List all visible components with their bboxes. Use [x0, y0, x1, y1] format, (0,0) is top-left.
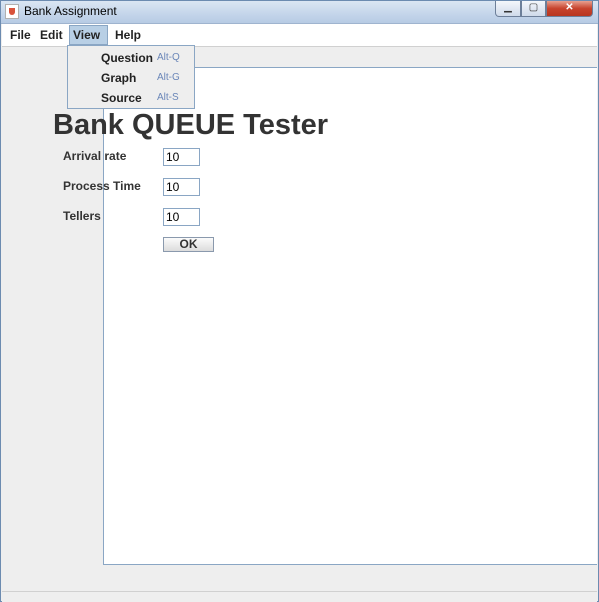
title-bar[interactable]: Bank Assignment ▁ ▢ ✕: [1, 1, 598, 24]
arrival-rate-label: Arrival rate: [63, 149, 127, 163]
menu-item-question-accelerator: Alt-Q: [157, 52, 180, 63]
process-time-input[interactable]: 10: [163, 178, 200, 196]
menu-item-source[interactable]: Source Alt-S: [68, 88, 194, 108]
menu-item-source-label: Source: [101, 91, 142, 105]
menu-item-question-label: Question: [101, 51, 154, 65]
menu-item-graph[interactable]: Graph Alt-G: [68, 68, 194, 88]
minimize-button[interactable]: ▁: [495, 1, 521, 17]
menu-edit[interactable]: Edit: [37, 26, 66, 44]
menu-item-graph-accelerator: Alt-G: [157, 72, 180, 83]
close-button[interactable]: ✕: [546, 1, 593, 17]
menu-item-question[interactable]: Question Alt-Q: [68, 48, 194, 68]
menu-item-graph-label: Graph: [101, 71, 137, 85]
app-window: Bank Assignment ▁ ▢ ✕ File Edit View Hel…: [0, 0, 599, 602]
process-time-label: Process Time: [63, 179, 141, 193]
view-menu-dropdown: Question Alt-Q Graph Alt-G Source Alt-S: [67, 45, 195, 109]
content-panel: [103, 68, 597, 565]
menu-view[interactable]: View: [69, 25, 108, 45]
menu-item-source-accelerator: Alt-S: [157, 92, 179, 103]
arrival-rate-input[interactable]: 10: [163, 148, 200, 166]
java-app-icon: [5, 4, 19, 19]
tellers-label: Tellers: [63, 209, 101, 223]
menu-bar: File Edit View Help: [2, 24, 597, 47]
menu-help[interactable]: Help: [112, 26, 144, 44]
window-title: Bank Assignment: [24, 4, 117, 18]
page-title: Bank QUEUE Tester: [53, 109, 329, 141]
ok-button[interactable]: OK: [163, 237, 214, 252]
maximize-button[interactable]: ▢: [521, 1, 546, 17]
tellers-input[interactable]: 10: [163, 208, 200, 226]
window-bottom-strip: [2, 591, 597, 602]
menu-file[interactable]: File: [7, 26, 34, 44]
